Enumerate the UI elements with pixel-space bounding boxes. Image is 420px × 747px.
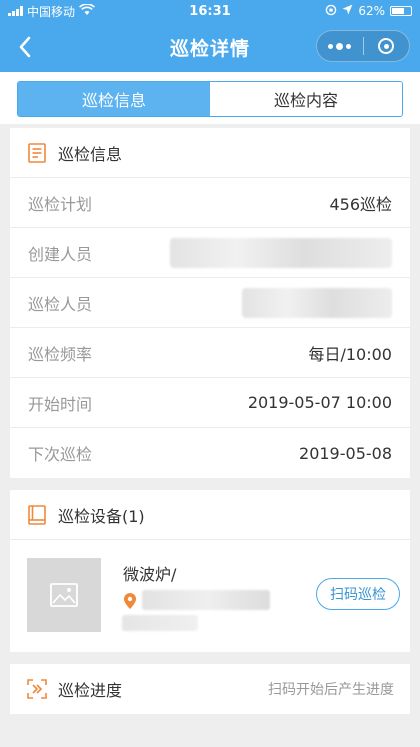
info-row-frequency: 巡检频率 每日/10:00 <box>10 328 410 378</box>
tab-inspection-info[interactable]: 巡检信息 <box>18 82 210 116</box>
info-section-title: 巡检信息 <box>58 144 123 164</box>
book-icon <box>26 504 48 526</box>
info-row-creator: 创建人员 <box>10 228 410 278</box>
more-dots-icon <box>328 42 352 50</box>
row-value: 每日/10:00 <box>308 344 392 364</box>
row-label: 巡检计划 <box>28 194 93 214</box>
redacted-inspector <box>242 287 392 318</box>
battery-icon <box>390 6 412 16</box>
redacted-creator <box>170 237 392 268</box>
location-pin-icon <box>124 593 136 609</box>
target-icon <box>378 38 395 54</box>
row-value: 456巡检 <box>329 194 392 214</box>
tab-inspection-content[interactable]: 巡检内容 <box>210 82 402 116</box>
nav-bar: 巡检详情 <box>0 22 420 72</box>
progress-section-title: 巡检进度 <box>58 681 123 700</box>
image-placeholder-icon <box>50 583 78 607</box>
status-time: 16:31 <box>189 3 231 19</box>
scan-code-icon <box>26 678 48 700</box>
close-program-button[interactable] <box>364 31 410 61</box>
progress-card: 巡检进度 扫码开始后产生进度 <box>10 664 410 714</box>
segmented-tabs: 巡检信息 巡检内容 <box>17 81 403 117</box>
devices-section-title: 巡检设备(1) <box>58 506 145 526</box>
scan-inspect-button[interactable]: 扫码巡检 <box>316 578 400 610</box>
row-label: 巡检频率 <box>28 344 93 364</box>
tab-bar: 巡检信息 巡检内容 <box>0 72 420 124</box>
redacted-location-line2 <box>122 615 198 631</box>
document-icon <box>26 142 48 164</box>
more-button[interactable] <box>317 31 363 61</box>
device-thumbnail <box>27 558 101 632</box>
info-card: 巡检信息 巡检计划 456巡检 创建人员 巡检人员 巡检频率 每日/10:00 … <box>10 128 410 478</box>
row-label: 创建人员 <box>28 244 93 264</box>
info-section-header: 巡检信息 <box>10 128 410 178</box>
row-value: 2019-05-07 10:00 <box>247 393 392 412</box>
device-name: 微波炉/ <box>123 565 177 584</box>
progress-section-header: 巡检进度 扫码开始后产生进度 <box>10 664 410 714</box>
row-label: 下次巡检 <box>28 445 93 464</box>
info-row-next-inspection: 下次巡检 2019-05-08 <box>10 428 410 478</box>
row-label: 巡检人员 <box>28 294 93 314</box>
progress-hint: 扫码开始后产生进度 <box>268 682 394 698</box>
info-row-plan: 巡检计划 456巡检 <box>10 178 410 228</box>
top-bar: 中国移动 16:31 62% 巡检详情 <box>0 0 420 72</box>
redacted-location <box>142 590 270 610</box>
row-label: 开始时间 <box>28 394 93 414</box>
info-row-inspector: 巡检人员 <box>10 278 410 328</box>
devices-card: 巡检设备(1) 微波炉/ 扫码巡检 <box>10 490 410 652</box>
device-item: 微波炉/ 扫码巡检 <box>10 540 410 652</box>
row-value: 2019-05-08 <box>299 443 392 463</box>
status-bar: 中国移动 16:31 62% <box>0 0 420 22</box>
info-row-start-time: 开始时间 2019-05-07 10:00 <box>10 378 410 428</box>
mini-program-capsule <box>316 30 410 62</box>
devices-section-header: 巡检设备(1) <box>10 490 410 540</box>
